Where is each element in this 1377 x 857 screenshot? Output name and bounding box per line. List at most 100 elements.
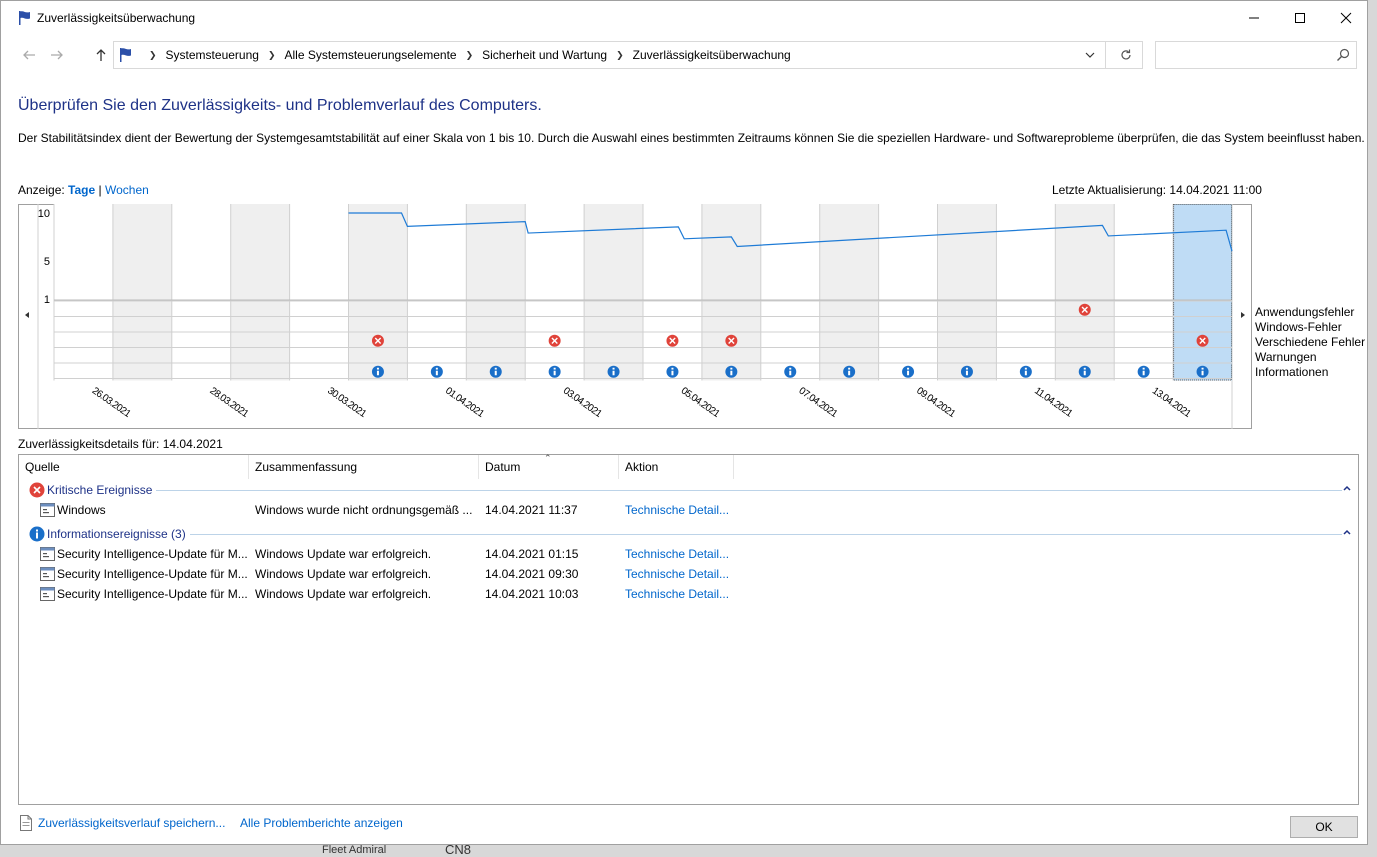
maximize-button[interactable] (1277, 1, 1323, 35)
day-column[interactable] (112, 204, 172, 381)
save-history-link[interactable]: Zuverlässigkeitsverlauf speichern... (38, 816, 225, 830)
chevron-up-icon[interactable] (1342, 527, 1352, 537)
info-event-icon (371, 365, 384, 378)
info-glyph (671, 370, 674, 376)
cell-summary: Windows Update war erfolgreich. (255, 587, 432, 601)
breadcrumb-item[interactable]: Sicherheit und Wartung (482, 48, 607, 62)
day-column[interactable] (760, 204, 820, 381)
info-glyph (730, 367, 733, 370)
back-arrow-icon (23, 50, 35, 60)
cell-summary: Windows Update war erfolgreich. (255, 567, 432, 581)
window-app-icon (40, 587, 55, 601)
day-column[interactable] (643, 204, 702, 381)
technical-details-link[interactable]: Technische Detail... (625, 587, 735, 601)
up-button[interactable] (91, 45, 111, 65)
divider (1105, 42, 1106, 68)
day-column[interactable] (348, 204, 408, 381)
title-bar: Zuverlässigkeitsüberwachung (1, 1, 1367, 35)
table-row[interactable]: Security Intelligence-Update für M... Wi… (19, 544, 1358, 564)
minimize-button[interactable] (1231, 1, 1277, 35)
info-glyph (1142, 370, 1145, 376)
chevron-down-icon (1085, 52, 1095, 58)
search-input[interactable] (1155, 41, 1357, 69)
day-column[interactable] (819, 204, 879, 381)
y-tick-label: 5 (44, 256, 50, 268)
info-glyph (1083, 367, 1086, 370)
error-event-icon (548, 334, 561, 347)
info-glyph (612, 367, 615, 370)
stability-chart[interactable]: 105126.03.2021 28.03.2021 30.03.2021 01.04.… (18, 204, 1252, 429)
info-event-icon (607, 365, 620, 378)
day-column[interactable] (230, 204, 290, 381)
cell-date: 14.04.2021 01:15 (485, 547, 579, 561)
chevron-right-icon: ❯ (267, 49, 276, 60)
column-header-action[interactable]: Aktion (619, 455, 734, 479)
address-bar[interactable]: ❯ Systemsteuerung ❯ Alle Systemsteuerung… (113, 41, 1143, 69)
error-event-icon (666, 334, 679, 347)
day-column[interactable] (171, 204, 231, 381)
close-button[interactable] (1323, 1, 1369, 35)
group-divider (49, 534, 1342, 535)
breadcrumb-item[interactable]: Alle Systemsteuerungselemente (284, 48, 456, 62)
table-row[interactable]: Security Intelligence-Update für M... Wi… (19, 564, 1358, 584)
table-row[interactable]: Security Intelligence-Update für M... Wi… (19, 584, 1358, 604)
day-column[interactable] (407, 204, 467, 381)
cell-source: Windows (57, 503, 106, 517)
info-glyph (553, 367, 556, 370)
info-event-icon (725, 365, 738, 378)
address-dropdown-button[interactable] (1082, 46, 1098, 64)
last-update: Letzte Aktualisierung: 14.04.2021 11:00 (1052, 183, 1262, 197)
info-glyph (612, 370, 615, 376)
day-column[interactable] (937, 204, 997, 381)
info-glyph (965, 367, 968, 370)
day-column[interactable] (525, 204, 585, 381)
minimize-icon (1249, 17, 1259, 19)
info-event-icon (430, 365, 443, 378)
info-glyph (848, 370, 851, 376)
info-glyph (553, 370, 556, 376)
day-column[interactable] (1114, 204, 1174, 381)
day-column[interactable] (878, 204, 938, 381)
y-tick-label: 1 (44, 294, 50, 306)
view-weeks-link[interactable]: Wochen (105, 183, 149, 197)
day-column[interactable] (701, 204, 761, 381)
cell-source: Security Intelligence-Update für M... (57, 587, 247, 601)
info-glyph (435, 367, 438, 370)
flag-icon (19, 11, 30, 25)
all-reports-link[interactable]: Alle Problemberichte anzeigen (240, 816, 403, 830)
column-header-source[interactable]: Quelle (19, 455, 249, 479)
breadcrumb-item[interactable]: Systemsteuerung (166, 48, 259, 62)
close-icon (1340, 12, 1352, 24)
cell-date: 14.04.2021 10:03 (485, 587, 579, 601)
ok-button[interactable]: OK (1290, 816, 1358, 838)
info-glyph (1024, 367, 1027, 370)
technical-details-link[interactable]: Technische Detail... (625, 567, 735, 581)
day-column[interactable] (289, 204, 349, 381)
table-row[interactable]: Windows Windows wurde nicht ordnungsgemä… (19, 500, 1358, 520)
legend-item: Warnungen (1255, 350, 1317, 364)
maximize-icon (1295, 13, 1305, 23)
day-column[interactable] (54, 204, 113, 381)
column-header-summary[interactable]: Zusammenfassung (249, 455, 479, 479)
technical-details-link[interactable]: Technische Detail... (625, 547, 735, 561)
footer: Zuverlässigkeitsverlauf speichern... All… (1, 806, 1367, 846)
flag-icon (120, 48, 131, 62)
back-button[interactable] (19, 45, 39, 65)
info-glyph (1142, 367, 1145, 370)
day-column[interactable] (466, 204, 526, 381)
group-label: Kritische Ereignisse (47, 483, 157, 497)
cell-date: 14.04.2021 11:37 (485, 503, 578, 517)
view-days-link[interactable]: Tage (68, 183, 95, 197)
technical-details-link[interactable]: Technische Detail... (625, 503, 735, 517)
breadcrumb-item[interactable]: Zuverlässigkeitsüberwachung (633, 48, 791, 62)
forward-button[interactable] (47, 45, 67, 65)
refresh-button[interactable] (1116, 46, 1136, 64)
page-description: Der Stabilitätsindex dient der Bewertung… (18, 131, 1365, 145)
error-icon (29, 482, 45, 498)
info-event-icon (902, 365, 915, 378)
chevron-up-icon[interactable] (1342, 483, 1352, 493)
cell-summary: Windows Update war erfolgreich. (255, 547, 432, 561)
info-glyph (965, 370, 968, 376)
group-info-events[interactable]: Informationsereignisse (3) (19, 524, 1358, 544)
group-critical-events[interactable]: Kritische Ereignisse (19, 480, 1358, 500)
